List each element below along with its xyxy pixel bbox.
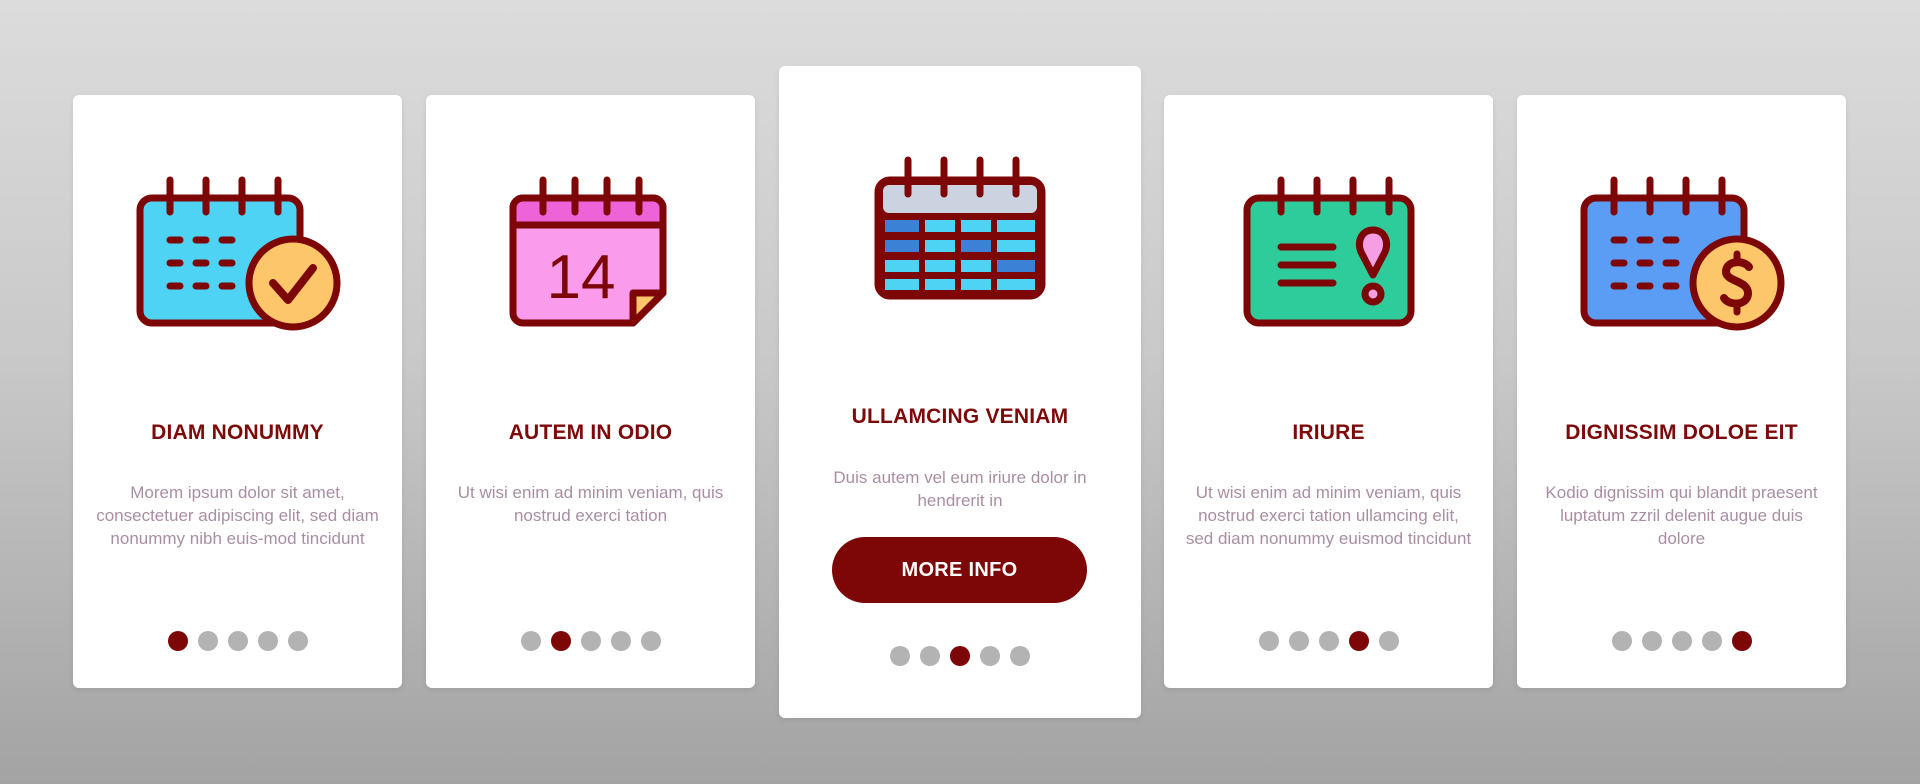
page-dot-5[interactable]	[1010, 646, 1030, 666]
pagination-dots	[779, 646, 1141, 666]
page-dot-1[interactable]	[1611, 631, 1632, 651]
page-dot-2[interactable]	[197, 631, 218, 651]
page-dot-2[interactable]	[920, 646, 940, 666]
calendar-date-icon: 14	[509, 176, 666, 327]
page-dot-5[interactable]	[1378, 631, 1399, 651]
page-dot-2[interactable]	[550, 631, 571, 651]
card-title: IRIURE	[1292, 421, 1365, 444]
page-dot-4[interactable]	[1348, 631, 1369, 651]
page-dot-5[interactable]	[640, 631, 661, 651]
page-dot-1[interactable]	[520, 631, 541, 651]
page-dot-3[interactable]	[227, 631, 248, 651]
page-dot-3[interactable]	[950, 646, 970, 666]
page-dot-3[interactable]	[580, 631, 601, 651]
calendar-check-icon	[136, 176, 340, 331]
pagination-dots	[1517, 631, 1846, 651]
card-description: Kodio dignissim qui blandit praesent lup…	[1545, 483, 1818, 548]
page-dot-1[interactable]	[890, 646, 910, 666]
onboarding-card-2: 14 AUTEM IN ODIO Ut wisi enim ad minim v…	[426, 95, 755, 688]
page-dot-4[interactable]	[980, 646, 1000, 666]
calendar-grid-icon	[874, 156, 1046, 300]
page-dot-5[interactable]	[287, 631, 308, 651]
more-info-button[interactable]: MORE INFO	[832, 537, 1087, 603]
onboarding-card-3: ULLAMCING VENIAM Duis autem vel eum iriu…	[779, 66, 1141, 718]
card-description: Morem ipsum dolor sit amet, consectetuer…	[96, 483, 379, 548]
card-title: AUTEM IN ODIO	[508, 421, 673, 444]
card-description: Ut wisi enim ad minim veniam, quis nostr…	[1185, 483, 1472, 548]
onboarding-card-4: IRIURE Ut wisi enim ad minim veniam, qui…	[1164, 95, 1493, 688]
page-dot-3[interactable]	[1671, 631, 1692, 651]
pagination-dots	[1164, 631, 1493, 651]
page-dot-1[interactable]	[167, 631, 188, 651]
calendar-dollar-icon	[1580, 176, 1784, 331]
page-dot-2[interactable]	[1288, 631, 1309, 651]
page-dot-2[interactable]	[1641, 631, 1662, 651]
calendar-alert-icon	[1243, 176, 1414, 327]
page-dot-4[interactable]	[257, 631, 278, 651]
page-dot-5[interactable]	[1731, 631, 1752, 651]
page-dot-3[interactable]	[1318, 631, 1339, 651]
card-title: DIAM NONUMMY	[151, 421, 324, 444]
card-description: Ut wisi enim ad minim veniam, quis nostr…	[457, 483, 724, 525]
page-dot-1[interactable]	[1258, 631, 1279, 651]
card-title: DIGNISSIM DOLOE EIT	[1565, 421, 1798, 444]
onboarding-card-5: DIGNISSIM DOLOE EIT Kodio dignissim qui …	[1517, 95, 1846, 688]
card-title: ULLAMCING VENIAM	[851, 405, 1069, 428]
pagination-dots	[426, 631, 755, 651]
card-description: Duis autem vel eum iriure dolor in hendr…	[833, 468, 1087, 510]
date-number: 14	[546, 243, 615, 312]
onboarding-card-1: DIAM NONUMMY Morem ipsum dolor sit amet,…	[73, 95, 402, 688]
page-dot-4[interactable]	[610, 631, 631, 651]
page-dot-4[interactable]	[1701, 631, 1722, 651]
pagination-dots	[73, 631, 402, 651]
